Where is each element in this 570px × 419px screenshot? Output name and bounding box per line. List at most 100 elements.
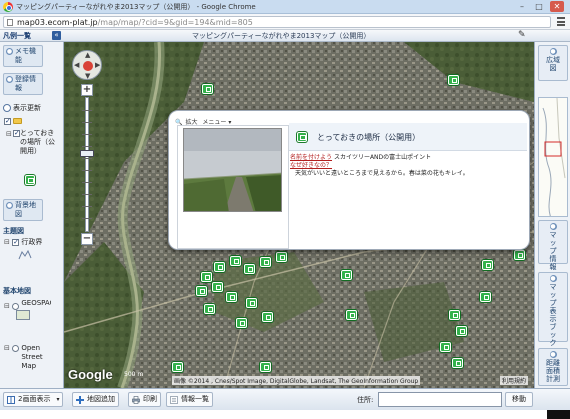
place-marker[interactable]: [341, 270, 352, 280]
map-info-button[interactable]: ● マップ情報: [538, 220, 568, 271]
memo-button[interactable]: ● メモ機能: [3, 45, 43, 67]
edit-pencil-icon[interactable]: ✎: [518, 30, 526, 40]
field-label-why[interactable]: なぜ好きなの？: [290, 162, 332, 169]
place-marker[interactable]: [440, 342, 451, 352]
place-marker[interactable]: [482, 260, 493, 270]
place-marker[interactable]: [260, 257, 271, 267]
place-marker[interactable]: [346, 310, 357, 320]
admin-layer-row: ⊟ 行政界: [4, 237, 42, 247]
admin-symbol-icon: [18, 249, 32, 263]
pan-left-icon[interactable]: ◀: [74, 61, 79, 69]
layer-row: ⊟ とっておきの場所（公開用）: [4, 129, 62, 175]
place-marker[interactable]: [201, 272, 212, 282]
background-map-button[interactable]: ● 背景地図: [3, 199, 43, 221]
place-marker[interactable]: [246, 298, 257, 308]
status-corner: [547, 410, 570, 419]
info-fields: 名前を付けよう スカイツリーANDの富士山ポイント なぜ好きなの？ 天気がいいと…: [290, 154, 526, 178]
print-button[interactable]: 印刷: [128, 392, 161, 407]
zoom-tick: [82, 206, 92, 207]
map-title: マッピングパーティーながれやま2013マップ（公開用）: [192, 32, 371, 40]
place-marker[interactable]: [172, 362, 183, 372]
measure-button[interactable]: ● 距離面積計測: [538, 348, 568, 386]
info-list-button[interactable]: 情報一覧: [166, 392, 213, 407]
place-marker[interactable]: [260, 362, 271, 372]
pan-right-icon[interactable]: ▶: [95, 61, 100, 69]
expand-icon[interactable]: ⊟: [4, 302, 10, 310]
place-marker[interactable]: [196, 286, 207, 296]
field-value-name: スカイツリーANDの富士山ポイント: [333, 154, 432, 161]
zoom-in-button[interactable]: +: [81, 84, 93, 96]
overview-map-button[interactable]: ● 広域図: [538, 45, 568, 81]
root-checkbox[interactable]: [4, 117, 11, 125]
green-place-marker-icon: [25, 175, 35, 185]
pan-control[interactable]: ▲ ▼ ◀ ▶: [72, 50, 102, 80]
measure-label: 距離面積計測: [546, 359, 560, 383]
folder-icon: [13, 118, 23, 124]
layer-checkbox[interactable]: [13, 129, 20, 137]
admin-checkbox[interactable]: [12, 238, 20, 246]
pan-center-icon[interactable]: [83, 61, 93, 71]
zoom-slider-thumb[interactable]: [80, 150, 94, 157]
bookmark-button[interactable]: ● マップ表示ブックマーク: [538, 272, 568, 371]
overview-map[interactable]: [538, 97, 568, 217]
place-marker[interactable]: [226, 292, 237, 302]
dual-view-button[interactable]: 2画面表示 ▾: [3, 392, 64, 407]
place-marker[interactable]: [452, 358, 463, 368]
map-canvas[interactable]: ▲ ▼ ◀ ▶ + − Google 500 m 画像 ©2014 , Cnes…: [64, 42, 534, 388]
place-photo-image: [184, 129, 281, 211]
expand-icon[interactable]: ⊟: [6, 130, 12, 138]
status-strip: [0, 410, 570, 419]
place-marker[interactable]: [276, 252, 287, 262]
address-search-input[interactable]: [378, 392, 502, 407]
zoom-out-button[interactable]: −: [81, 233, 93, 245]
url-field[interactable]: map03.ecom-plat.jp/map/map/?cid=9&gid=19…: [3, 16, 551, 28]
zoom-tick: [82, 158, 92, 159]
place-marker[interactable]: [514, 250, 525, 260]
add-map-button[interactable]: 地図追加: [72, 392, 119, 407]
refresh-icon: [3, 104, 11, 112]
pan-down-icon[interactable]: ▼: [85, 72, 90, 80]
minimize-button[interactable]: –: [515, 1, 529, 12]
refresh-display-button[interactable]: 表示更新: [3, 103, 60, 114]
move-button[interactable]: 移動: [505, 392, 533, 407]
chrome-menu-icon[interactable]: [557, 17, 565, 26]
place-marker[interactable]: [236, 318, 247, 328]
place-marker[interactable]: [202, 84, 213, 94]
google-logo: Google: [68, 367, 113, 382]
maximize-button[interactable]: □: [532, 1, 546, 12]
print-label: 印刷: [143, 395, 157, 403]
collapse-panel-button[interactable]: «: [52, 31, 61, 40]
place-marker[interactable]: [244, 264, 255, 274]
pan-up-icon[interactable]: ▲: [85, 51, 90, 59]
bullet-icon: ●: [6, 202, 13, 209]
place-marker[interactable]: [449, 310, 460, 320]
refresh-display-label: 表示更新: [13, 104, 41, 112]
close-button[interactable]: ✕: [550, 1, 564, 12]
address-bar: map03.ecom-plat.jp/map/map/?cid=9&gid=19…: [0, 14, 570, 30]
osm-radio[interactable]: [12, 345, 20, 352]
place-marker[interactable]: [204, 304, 215, 314]
zoom-slider-track[interactable]: [85, 97, 89, 232]
place-photo[interactable]: [183, 128, 282, 212]
field-label-name[interactable]: 名前を付けよう: [290, 154, 332, 161]
place-marker[interactable]: [456, 326, 467, 336]
place-marker[interactable]: [480, 292, 491, 302]
geosp-radio[interactable]: [12, 302, 20, 310]
place-marker[interactable]: [230, 256, 241, 266]
geosp-label: GEOSPACE地図: [21, 299, 51, 307]
place-marker[interactable]: [212, 282, 223, 292]
zoom-tick: [82, 110, 92, 111]
expand-icon[interactable]: ⊟: [4, 344, 10, 352]
osm-row: ⊟ Open Street Map: [4, 344, 62, 371]
place-marker[interactable]: [448, 75, 459, 85]
zoom-tick: [82, 122, 92, 123]
expand-icon[interactable]: ⊟: [4, 238, 10, 246]
zoom-tick: [82, 194, 92, 195]
place-marker[interactable]: [214, 262, 225, 272]
terms-link[interactable]: 利用規約: [500, 376, 529, 385]
bullet-icon: ●: [6, 48, 13, 55]
place-marker[interactable]: [262, 312, 273, 322]
register-info-button[interactable]: ● 登録情報: [3, 73, 43, 95]
legend-panel: ● メモ機能 ● 登録情報 表示更新 ⊟ とっておきの場所（公開用）: [0, 42, 64, 388]
geosp-thumbnail: [16, 310, 30, 320]
